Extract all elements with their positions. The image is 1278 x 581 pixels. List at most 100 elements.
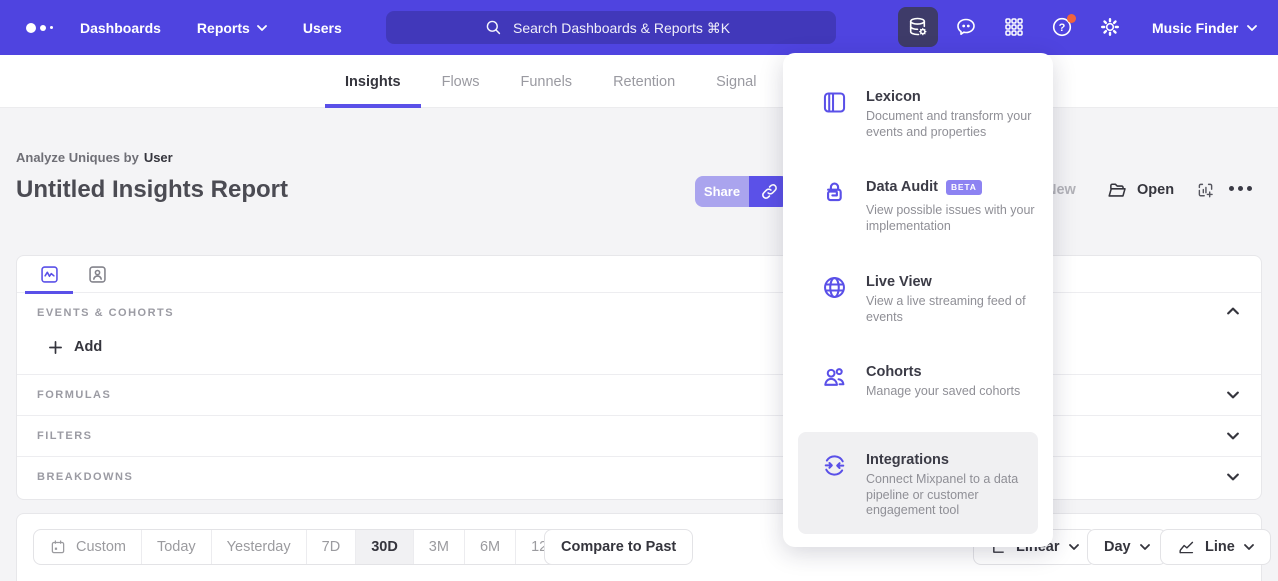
menu-item-description: Document and transform your events and p… — [866, 109, 1044, 140]
plus-icon — [48, 340, 63, 355]
chevron-down-icon — [1069, 544, 1079, 550]
tab-signal[interactable]: Signal — [716, 55, 756, 108]
menu-item-title: Live View — [866, 274, 1044, 290]
menu-item-description: View possible issues with your implement… — [866, 203, 1044, 234]
range-6m[interactable]: 6M — [465, 530, 516, 564]
chevron-down-icon — [1244, 544, 1254, 550]
help-button[interactable]: ? — [1042, 7, 1082, 47]
notification-dot — [1067, 14, 1076, 23]
chevron-down-icon — [257, 25, 267, 31]
chevron-down-icon — [1227, 391, 1239, 399]
menu-item-title: Cohorts — [866, 364, 1044, 380]
menu-item-title: Lexicon — [866, 89, 1044, 105]
analyze-entity-selector[interactable]: User — [144, 150, 173, 165]
settings-button[interactable] — [1090, 7, 1130, 47]
line-chart-tab-icon — [39, 264, 60, 285]
add-to-dashboard-button[interactable] — [1195, 180, 1216, 201]
chevron-down-icon — [1247, 25, 1257, 31]
add-label: Add — [74, 339, 102, 355]
menu-item-lexicon[interactable]: Lexicon Document and transform your even… — [821, 89, 1044, 140]
mixpanel-logo-icon[interactable] — [26, 0, 53, 55]
events-collapse-chevron-up-icon[interactable] — [1227, 307, 1239, 315]
open-label: Open — [1137, 182, 1174, 198]
nav-reports[interactable]: Reports — [197, 20, 267, 36]
range-3m[interactable]: 3M — [414, 530, 465, 564]
apps-menu-button[interactable] — [994, 7, 1034, 47]
nav-users[interactable]: Users — [303, 20, 342, 36]
chart-toolbar-panel: Custom Today Yesterday 7D 30D 3M 6M 12M … — [16, 513, 1262, 581]
analyze-uniques-row: Analyze Uniques by User — [16, 150, 173, 165]
range-7d[interactable]: 7D — [307, 530, 357, 564]
menu-item-integrations[interactable]: Integrations Connect Mixpanel to a data … — [821, 452, 1044, 519]
calendar-icon — [49, 538, 67, 556]
sync-arrows-icon — [821, 452, 848, 479]
gear-icon — [1098, 15, 1122, 39]
menu-item-integrations-highlight[interactable]: Integrations Connect Mixpanel to a data … — [798, 432, 1038, 534]
interval-day-button[interactable]: Day — [1087, 529, 1167, 565]
account-label: Music Finder — [1152, 20, 1238, 36]
beta-badge: BETA — [946, 180, 982, 195]
chevron-down-icon — [1227, 432, 1239, 440]
menu-item-description: Manage your saved cohorts — [866, 384, 1044, 400]
search-icon — [484, 18, 503, 37]
database-gear-icon — [906, 15, 930, 39]
range-today[interactable]: Today — [142, 530, 212, 564]
users-mode-tab[interactable] — [73, 256, 121, 293]
data-management-dropdown: Lexicon Document and transform your even… — [783, 53, 1053, 547]
global-search[interactable] — [386, 11, 836, 44]
lock-spiral-icon — [821, 179, 848, 206]
menu-item-title: Integrations — [866, 452, 1044, 468]
open-report-button[interactable]: Open — [1106, 179, 1174, 201]
data-management-button[interactable] — [898, 7, 938, 47]
chat-bubble-icon — [954, 15, 978, 39]
chevron-down-icon — [1227, 473, 1239, 481]
share-button[interactable]: Share — [695, 176, 749, 207]
query-mode-tabs — [17, 256, 1261, 293]
menu-item-data-audit[interactable]: Data Audit BETA View possible issues wit… — [821, 179, 1044, 234]
messages-button[interactable] — [946, 7, 986, 47]
tab-flows[interactable]: Flows — [442, 55, 480, 108]
menu-item-description: Connect Mixpanel to a data pipeline or c… — [866, 472, 1044, 519]
section-filters[interactable]: FILTERS — [17, 415, 1261, 456]
events-mode-tab[interactable] — [25, 256, 73, 293]
section-breakdowns[interactable]: BREAKDOWNS — [17, 456, 1261, 497]
compare-to-past-button[interactable]: Compare to Past — [544, 529, 693, 565]
chevron-down-icon — [1140, 544, 1150, 550]
range-yesterday[interactable]: Yesterday — [212, 530, 307, 564]
folder-icon — [1106, 179, 1128, 201]
chart-add-icon — [1195, 180, 1216, 201]
menu-item-live-view[interactable]: Live View View a live streaming feed of … — [821, 274, 1044, 325]
chart-type-line-button[interactable]: Line — [1160, 529, 1271, 565]
nav-dashboards[interactable]: Dashboards — [80, 20, 161, 36]
range-custom[interactable]: Custom — [34, 530, 142, 564]
lexicon-book-icon — [821, 89, 848, 116]
section-formulas[interactable]: FORMULAS — [17, 374, 1261, 415]
cohorts-users-icon — [821, 364, 848, 391]
add-event-button[interactable]: Add — [48, 339, 102, 355]
share-button-group: Share — [695, 176, 789, 207]
menu-item-cohorts[interactable]: Cohorts Manage your saved cohorts — [821, 364, 1044, 400]
search-input[interactable] — [513, 20, 738, 36]
tab-funnels[interactable]: Funnels — [520, 55, 572, 108]
range-30d[interactable]: 30D — [356, 530, 414, 564]
link-icon — [760, 182, 779, 201]
events-cohorts-header: EVENTS & COHORTS — [37, 307, 174, 319]
svg-text:?: ? — [1059, 22, 1066, 34]
report-tab-bar: Insights Flows Funnels Retention Signal … — [0, 55, 1278, 108]
query-builder-panel: EVENTS & COHORTS Add FORMULAS FILTERS BR… — [16, 255, 1262, 500]
more-options-button[interactable] — [1229, 186, 1252, 191]
top-navigation-bar: Dashboards Reports Users — [0, 0, 1278, 55]
date-range-segmented-control: Custom Today Yesterday 7D 30D 3M 6M 12M — [33, 529, 575, 565]
menu-item-title: Data Audit — [866, 179, 938, 195]
user-card-tab-icon — [87, 264, 108, 285]
report-title[interactable]: Untitled Insights Report — [16, 176, 288, 204]
tab-retention[interactable]: Retention — [613, 55, 675, 108]
line-chart-icon — [1177, 538, 1196, 557]
analyze-label: Analyze Uniques by — [16, 150, 139, 165]
tab-insights[interactable]: Insights — [345, 55, 401, 108]
topbar-icon-group: ? — [898, 7, 1130, 47]
account-switcher[interactable]: Music Finder — [1152, 0, 1257, 55]
apps-grid-icon — [1002, 15, 1026, 39]
globe-icon — [821, 274, 848, 301]
menu-item-description: View a live streaming feed of events — [866, 294, 1044, 325]
